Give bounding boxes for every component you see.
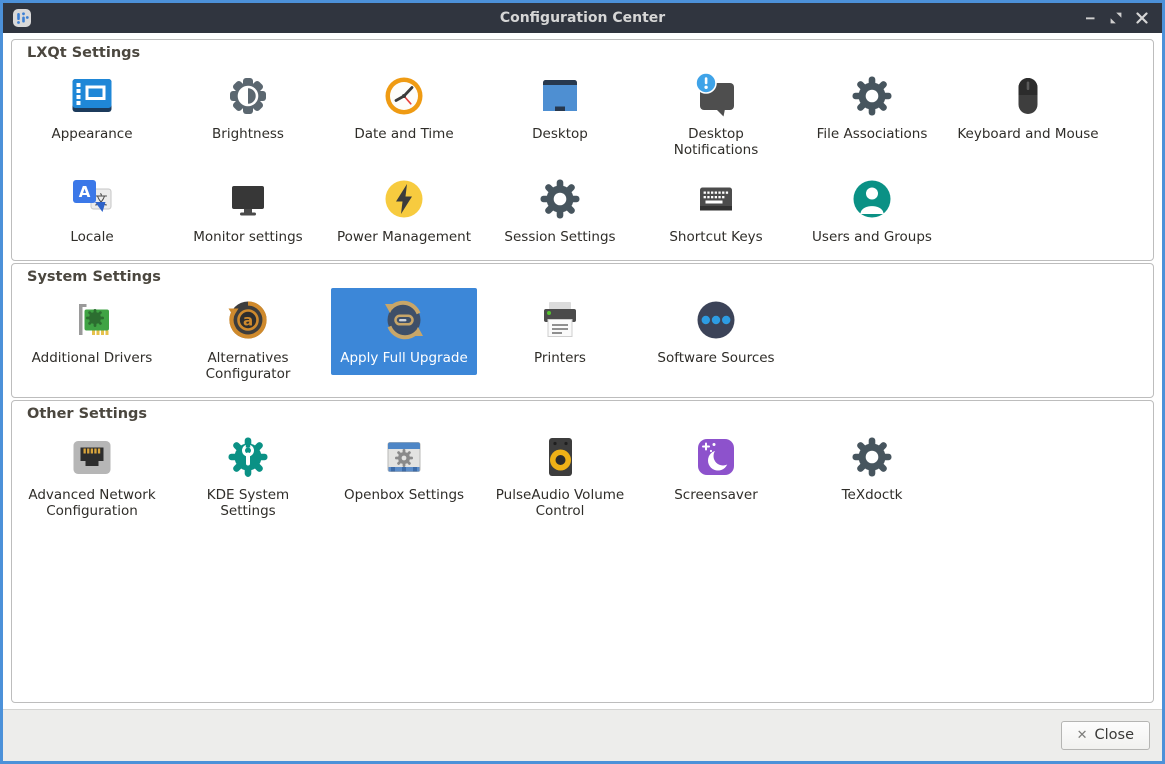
wrench-gear-icon	[222, 431, 274, 483]
launcher-label: Additional Drivers	[31, 349, 153, 366]
close-button-label: Close	[1094, 727, 1135, 743]
launcher-label: TeXdoctk	[841, 486, 903, 503]
launcher-label: KDE System Settings	[206, 486, 290, 519]
launcher-session-settings[interactable]: Session Settings	[487, 167, 633, 254]
launcher-label: Keyboard and Mouse	[957, 126, 1099, 142]
speaker-icon	[534, 431, 586, 483]
translate-icon: 文 A	[66, 173, 118, 225]
gear-icon	[846, 70, 898, 122]
maximize-button[interactable]	[1107, 10, 1124, 27]
launcher-kde-system-settings[interactable]: KDE System Settings	[175, 425, 321, 528]
gear-icon	[846, 431, 898, 483]
launcher-power-management[interactable]: Power Management	[331, 167, 477, 254]
launcher-advanced-network-configuration[interactable]: Advanced Network Configuration	[19, 425, 165, 528]
launcher-file-associations[interactable]: File Associations	[799, 64, 945, 151]
desktop-icon	[534, 70, 586, 122]
section-title: Other Settings	[27, 405, 148, 422]
launcher-label: Power Management	[336, 228, 472, 245]
launcher-users-and-groups[interactable]: Users and Groups	[799, 167, 945, 254]
brightness-icon	[222, 70, 274, 122]
launcher-label: Shortcut Keys	[669, 228, 763, 245]
power-bolt-icon	[378, 173, 430, 225]
launcher-additional-drivers[interactable]: Additional Drivers	[19, 288, 165, 375]
sections: LXQt Settings Appearance Brightness Date…	[11, 39, 1154, 705]
launcher-label: Date and Time	[354, 126, 454, 142]
user-circle-icon	[846, 173, 898, 225]
pci-card-icon	[66, 294, 118, 346]
launcher-label: Desktop Notifications	[673, 126, 759, 158]
launcher-label: PulseAudio Volume Control	[495, 486, 625, 519]
close-window-button[interactable]	[1133, 10, 1150, 27]
launcher-label: Session Settings	[504, 228, 616, 245]
launcher-openbox-settings[interactable]: Openbox Settings	[331, 425, 477, 512]
launcher-label: Screensaver	[674, 486, 758, 503]
launcher-label: File Associations	[816, 126, 928, 142]
launcher-label: Monitor settings	[193, 228, 303, 245]
notification-bubble-icon	[690, 70, 742, 122]
launcher-label: Openbox Settings	[343, 486, 465, 503]
gear-icon	[534, 173, 586, 225]
launcher-label: Advanced Network Configuration	[28, 486, 156, 519]
launcher-printers[interactable]: Printers	[487, 288, 633, 375]
configuration-center-icon	[12, 8, 32, 28]
window-controls	[1081, 10, 1162, 27]
launcher-grid: Appearance Brightness Date and Time Desk…	[14, 64, 1151, 254]
upgrade-refresh-icon	[378, 294, 430, 346]
launcher-appearance[interactable]: Appearance	[19, 64, 165, 151]
launcher-software-sources[interactable]: Software Sources	[643, 288, 789, 375]
launcher-desktop[interactable]: Desktop	[487, 64, 633, 151]
launcher-grid: Additional Drivers a Alternatives Config…	[14, 287, 1151, 391]
appearance-icon	[66, 70, 118, 122]
clock-icon	[378, 70, 430, 122]
launcher-monitor-settings[interactable]: Monitor settings	[175, 167, 321, 254]
launcher-shortcut-keys[interactable]: Shortcut Keys	[643, 167, 789, 254]
launcher-alternatives-configurator[interactable]: a Alternatives Configurator	[175, 288, 321, 391]
close-dialog-button[interactable]: ✕ Close	[1060, 721, 1150, 750]
monitor-icon	[222, 173, 274, 225]
launcher-label: Locale	[70, 228, 114, 245]
launcher-label: Appearance	[51, 126, 133, 142]
window-title: Configuration Center	[499, 10, 666, 26]
launcher-apply-full-upgrade[interactable]: Apply Full Upgrade	[331, 287, 477, 375]
launcher-locale[interactable]: 文 A Locale	[19, 167, 165, 254]
launcher-pulseaudio-volume-control[interactable]: PulseAudio Volume Control	[487, 425, 633, 528]
launcher-screensaver[interactable]: Screensaver	[643, 425, 789, 512]
launcher-grid: Advanced Network Configuration KDE Syste…	[14, 425, 1151, 528]
content-area: LXQt Settings Appearance Brightness Date…	[3, 33, 1162, 709]
launcher-label: Software Sources	[657, 349, 775, 366]
minimize-button[interactable]	[1081, 10, 1098, 27]
printer-icon	[534, 294, 586, 346]
titlebar[interactable]: Configuration Center	[3, 3, 1162, 33]
footer-bar: ✕ Close	[3, 709, 1162, 761]
launcher-label: Printers	[534, 349, 586, 366]
launcher-label: Alternatives Configurator	[205, 349, 291, 382]
section-other-settings: Other Settings Advanced Network Configur…	[11, 399, 1154, 703]
launcher-label: Users and Groups	[812, 228, 932, 245]
moon-stars-icon	[690, 431, 742, 483]
section-title: System Settings	[27, 268, 161, 285]
launcher-desktop-notifications[interactable]: Desktop Notifications	[643, 64, 789, 167]
svg-text:A: A	[79, 183, 91, 201]
launcher-brightness[interactable]: Brightness	[175, 64, 321, 151]
launcher-texdoctk[interactable]: TeXdoctk	[799, 425, 945, 512]
section-title: LXQt Settings	[27, 45, 141, 61]
launcher-label: Brightness	[212, 126, 284, 142]
window-gear-icon	[378, 431, 430, 483]
launcher-label: Apply Full Upgrade	[340, 349, 468, 366]
alternatives-icon: a	[222, 294, 274, 346]
keyboard-icon	[690, 173, 742, 225]
launcher-date-and-time[interactable]: Date and Time	[331, 64, 477, 151]
close-icon: ✕	[1076, 727, 1088, 743]
section-lxqt-settings: LXQt Settings Appearance Brightness Date…	[11, 39, 1154, 261]
configuration-center-window: Configuration Center LXQt Settings Appea…	[0, 0, 1165, 764]
mouse-icon	[1002, 70, 1054, 122]
section-system-settings: System Settings Additional Drivers a Alt…	[11, 262, 1154, 398]
svg-text:a: a	[243, 311, 253, 329]
launcher-label: Desktop	[532, 126, 588, 142]
ethernet-port-icon	[66, 431, 118, 483]
launcher-keyboard-and-mouse[interactable]: Keyboard and Mouse	[955, 64, 1101, 151]
software-sources-icon	[690, 294, 742, 346]
